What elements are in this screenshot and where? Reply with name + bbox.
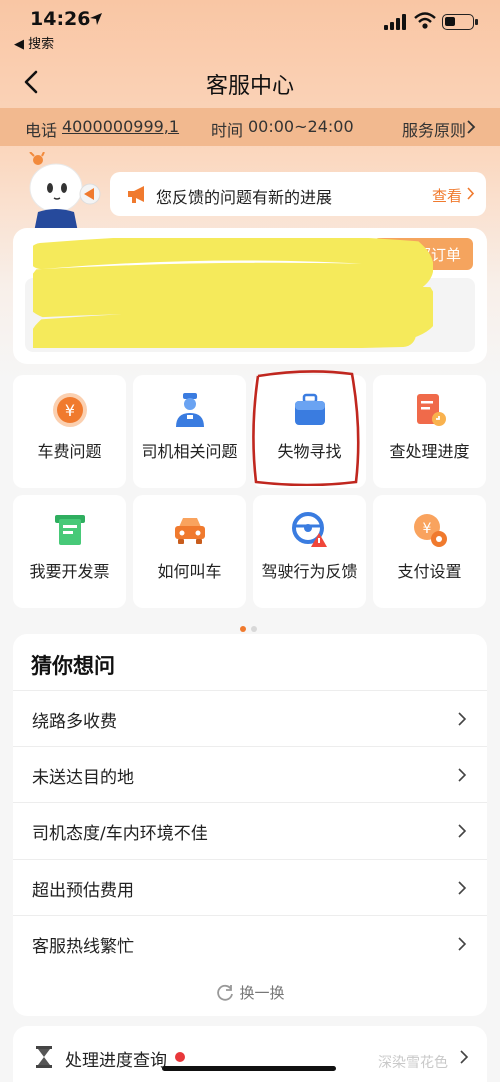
faq-question: 绕路多收费: [32, 712, 117, 732]
chevron-right-icon: [458, 712, 467, 726]
home-indicator: [162, 1066, 336, 1071]
tile-label: 驾驶行为反馈: [261, 562, 358, 581]
refresh-label: 换一换: [239, 984, 285, 1002]
megaphone-icon: [128, 186, 144, 203]
faq-item[interactable]: 客服热线繁忙: [13, 915, 487, 971]
back-to-app-link[interactable]: ◀ 搜索: [14, 33, 54, 52]
tile-label: 车费问题: [37, 442, 102, 461]
tile-driving-feedback[interactable]: 驾驶行为反馈: [253, 495, 366, 608]
contact-info-bar: 电话 4000000999,1 时间 00:00~24:00 服务原则: [0, 108, 500, 146]
document-progress-icon: [417, 394, 446, 426]
status-bar: 14:26 ◀ 搜索: [0, 0, 500, 56]
tile-how-to-call-car[interactable]: 如何叫车: [133, 495, 246, 608]
refresh-button[interactable]: 换一换: [13, 982, 487, 1003]
order-card[interactable]: 部订单: [13, 228, 487, 364]
invoice-icon: [55, 515, 85, 545]
cellular-signal-icon: [384, 14, 406, 30]
tile-label: 查处理进度: [389, 442, 470, 461]
faq-item[interactable]: 绕路多收费: [13, 690, 487, 746]
tile-label: 我要开发票: [29, 562, 110, 581]
tile-label: 如何叫车: [157, 562, 222, 581]
unread-dot: [175, 1052, 185, 1062]
tile-label: 支付设置: [397, 562, 462, 581]
watermark: 深染雪花色: [378, 1055, 448, 1071]
phone-label: 电话: [25, 121, 58, 140]
page-dot: [251, 626, 257, 632]
faq-question: 司机态度/车内环境不佳: [32, 824, 208, 844]
chevron-right-icon: [467, 187, 475, 200]
hourglass-icon: [36, 1046, 52, 1068]
tile-payment-settings[interactable]: ¥ 支付设置: [373, 495, 486, 608]
tile-driver-issues[interactable]: 司机相关问题: [133, 375, 246, 488]
yuan-coin-icon: ¥: [53, 393, 87, 427]
tile-check-progress[interactable]: 查处理进度: [373, 375, 486, 488]
faq-item[interactable]: 超出预估费用: [13, 859, 487, 915]
page-dot-active: [240, 626, 246, 632]
chevron-right-icon: [458, 824, 467, 838]
chevron-right-icon: [460, 1050, 469, 1064]
tile-label: 司机相关问题: [141, 442, 238, 461]
chevron-right-icon: [467, 120, 476, 134]
battery-icon: [442, 14, 478, 30]
driver-icon: [176, 393, 204, 427]
faq-card: 猜你想问 绕路多收费 未送达目的地 司机态度/车内环境不佳 超出预估费用 客服热…: [13, 634, 487, 1016]
faq-question: 客服热线繁忙: [32, 937, 134, 957]
car-icon: [175, 518, 205, 544]
tile-invoice[interactable]: 我要开发票: [13, 495, 126, 608]
progress-query-label: 处理进度查询: [65, 1051, 167, 1071]
navigation-bar: 客服中心: [0, 56, 500, 106]
hand-drawn-circle-annotation: [252, 370, 360, 486]
clock: 14:26: [30, 8, 91, 30]
svg-text:¥: ¥: [65, 401, 75, 420]
steering-wheel-warning-icon: [292, 512, 327, 547]
page-title: 客服中心: [205, 74, 294, 99]
hours-value: 00:00~24:00: [248, 117, 354, 136]
phone-number-link[interactable]: 4000000999,1: [62, 117, 179, 136]
hours-label: 时间: [211, 121, 244, 140]
chevron-right-icon: [458, 937, 467, 951]
notice-view-link[interactable]: 查看: [432, 185, 462, 206]
location-arrow-icon: [90, 13, 102, 25]
chevron-right-icon: [458, 768, 467, 782]
payment-settings-icon: ¥: [414, 514, 447, 547]
mascot-robot-icon: [29, 152, 101, 232]
progress-notice-banner[interactable]: 您反馈的问题有新的进展 查看: [110, 172, 486, 216]
chevron-right-icon: [458, 881, 467, 895]
service-principles-link[interactable]: 服务原则: [402, 117, 466, 141]
faq-question: 超出预估费用: [32, 881, 134, 901]
refresh-icon: [217, 984, 234, 1001]
tile-fare-issues[interactable]: ¥ 车费问题: [13, 375, 126, 488]
faq-title: 猜你想问: [31, 654, 115, 678]
svg-text:¥: ¥: [423, 521, 432, 537]
faq-item[interactable]: 司机态度/车内环境不佳: [13, 802, 487, 858]
faq-question: 未送达目的地: [32, 768, 134, 788]
faq-item[interactable]: 未送达目的地: [13, 746, 487, 802]
wifi-icon: [414, 12, 436, 29]
redaction-scribble: [33, 238, 433, 348]
notice-text: 您反馈的问题有新的进展: [156, 188, 333, 207]
